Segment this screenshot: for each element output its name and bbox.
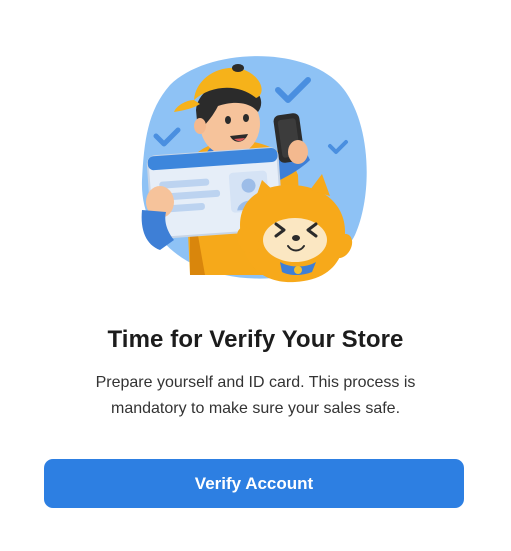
person-hand: [288, 140, 308, 164]
description-line: mandatory to make sure your sales safe.: [110, 400, 401, 417]
description-line: Prepare yourself and ID card. This proce…: [95, 374, 416, 391]
person-eye: [243, 114, 249, 122]
description-text: Prepare yourself and ID card. This proce…: [60, 370, 451, 422]
store-verification-illustration: [141, 56, 367, 283]
verify-store-screen: Time for Verify Your Store Prepare yours…: [0, 0, 511, 551]
verify-account-button[interactable]: Verify Account: [44, 459, 464, 508]
page-title: Time for Verify Your Store: [107, 326, 404, 353]
person-eye: [225, 116, 231, 124]
